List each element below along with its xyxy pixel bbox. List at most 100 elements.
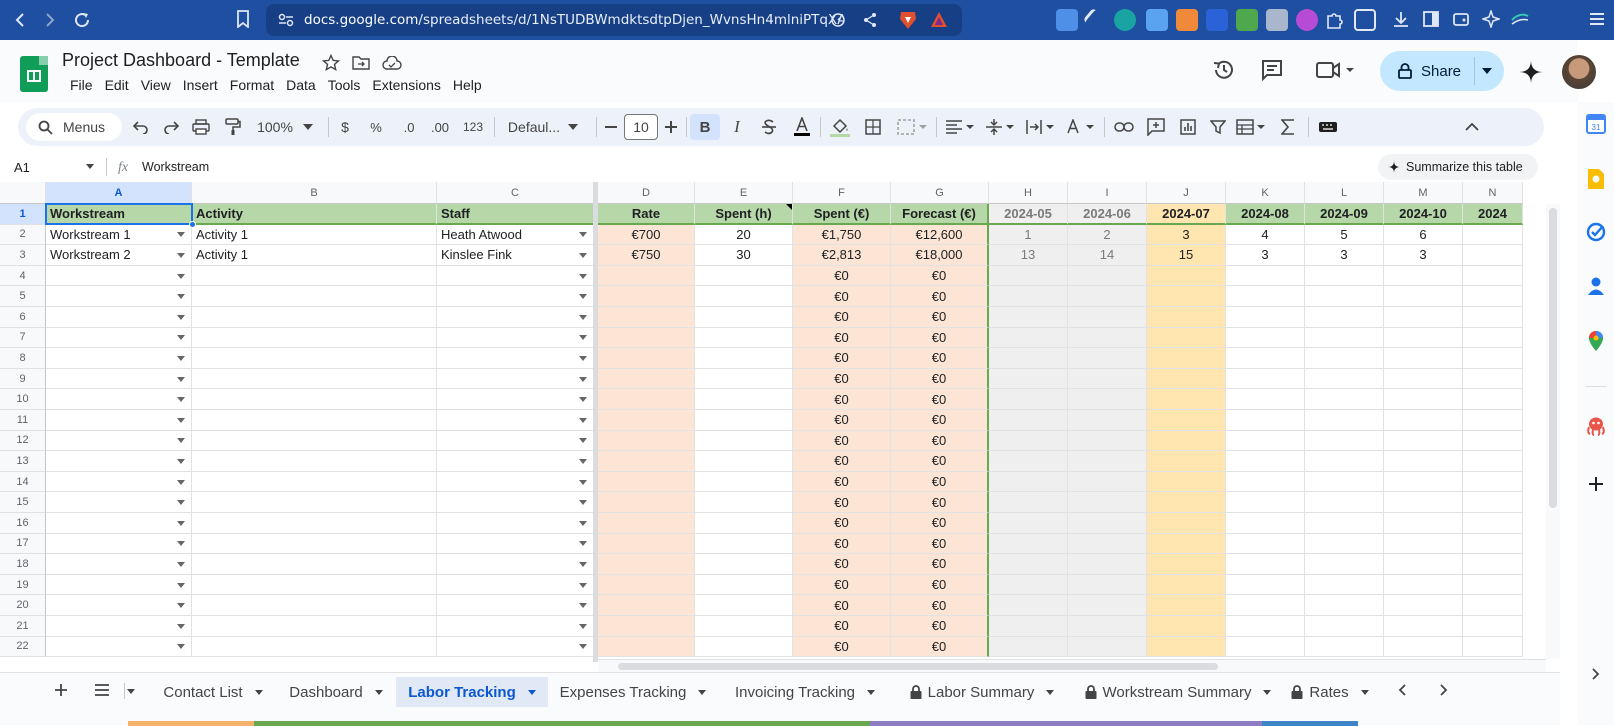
cell-workstream[interactable] <box>46 471 192 493</box>
address-bar[interactable]: docs.google.com/spreadsheets/d/1NsTUDBWm… <box>266 4 962 36</box>
cell-month-2024-11[interactable] <box>1463 307 1523 328</box>
cell-dropdown-icon[interactable] <box>177 644 185 650</box>
column-header-c[interactable]: C <box>437 182 594 204</box>
cell-month-2024-09[interactable] <box>1305 327 1384 349</box>
cell-month-2024-06[interactable] <box>1068 513 1147 534</box>
cell-month-2024-10[interactable]: 3 <box>1384 245 1463 266</box>
cell-spent-eur[interactable]: €0 <box>793 368 891 390</box>
row-header[interactable]: 21 <box>0 616 46 637</box>
cell-month-2024-09[interactable] <box>1305 554 1384 575</box>
cell-month-2024-07[interactable]: 15 <box>1147 245 1226 266</box>
cell-spent-hours[interactable] <box>695 574 793 596</box>
cell-dropdown-icon[interactable] <box>177 458 185 464</box>
cell-forecast-eur[interactable]: €0 <box>891 595 989 616</box>
cell-activity[interactable] <box>192 574 437 596</box>
cell-staff[interactable] <box>437 410 594 431</box>
cell-activity[interactable] <box>192 410 437 431</box>
cell-month-2024-05[interactable] <box>989 410 1068 431</box>
undo-icon[interactable] <box>130 114 152 140</box>
scroll-tabs-right-icon[interactable] <box>1440 684 1448 696</box>
cell-forecast-eur[interactable]: €0 <box>891 533 989 555</box>
cell-workstream[interactable] <box>46 389 192 410</box>
cell-month-2024-09[interactable] <box>1305 471 1384 493</box>
header-cell-month-2024-10[interactable]: 2024-10 <box>1384 204 1463 225</box>
hide-side-panel-icon[interactable] <box>1592 668 1600 680</box>
row-header[interactable]: 18 <box>0 554 46 575</box>
cell-month-2024-07[interactable] <box>1147 636 1226 658</box>
merge-cells-icon[interactable] <box>894 114 930 140</box>
cell-month-2024-05[interactable] <box>989 389 1068 410</box>
strikethrough-icon[interactable] <box>758 114 780 140</box>
name-box-dropdown-icon[interactable] <box>86 164 94 169</box>
column-header-b[interactable]: B <box>192 182 437 204</box>
cell-dropdown-icon[interactable] <box>177 232 185 238</box>
octopus-addon-icon[interactable] <box>1585 416 1607 436</box>
cell-dropdown-icon[interactable] <box>177 252 185 258</box>
cell-workstream[interactable]: Workstream 2 <box>46 245 192 266</box>
cell-workstream[interactable] <box>46 451 192 472</box>
cell-month-2024-08[interactable] <box>1226 286 1305 307</box>
zoom-select[interactable]: 100% <box>254 114 316 140</box>
column-header-d[interactable]: D <box>598 182 695 204</box>
menu-file[interactable]: File <box>64 77 99 93</box>
row-header[interactable]: 7 <box>0 327 46 349</box>
cell-month-2024-07[interactable]: 3 <box>1147 224 1226 246</box>
cell-spent-hours[interactable] <box>695 389 793 410</box>
tabs-scroll-dropdown-icon[interactable] <box>124 683 136 699</box>
header-cell-forecast-eur[interactable]: Forecast (€) <box>891 204 989 225</box>
share-button[interactable]: Share <box>1380 51 1504 91</box>
cell-dropdown-icon[interactable] <box>177 541 185 547</box>
cell-month-2024-08[interactable] <box>1226 368 1305 390</box>
cell-month-2024-07[interactable] <box>1147 410 1226 431</box>
cell-rate[interactable] <box>598 554 695 575</box>
horizontal-align-icon[interactable] <box>944 114 976 140</box>
cell-spent-eur[interactable]: €0 <box>793 410 891 431</box>
cell-month-2024-11[interactable] <box>1463 348 1523 369</box>
extension-icon[interactable] <box>1176 9 1198 31</box>
cell-forecast-eur[interactable]: €0 <box>891 451 989 472</box>
cell-month-2024-09[interactable] <box>1305 307 1384 328</box>
cell-month-2024-08[interactable] <box>1226 265 1305 287</box>
decrease-font-size-button[interactable] <box>602 114 620 140</box>
frozen-columns-divider[interactable] <box>593 182 598 662</box>
row-header[interactable]: 6 <box>0 307 46 328</box>
cell-workstream[interactable] <box>46 513 192 534</box>
cell-dropdown-icon[interactable] <box>177 397 185 403</box>
puzzle-icon[interactable] <box>1324 10 1344 30</box>
cell-month-2024-09[interactable] <box>1305 389 1384 410</box>
vertical-scroll-thumb[interactable] <box>1549 208 1557 508</box>
cell-month-2024-10[interactable] <box>1384 533 1463 555</box>
cell-spent-hours[interactable] <box>695 286 793 307</box>
cell-month-2024-10[interactable] <box>1384 348 1463 369</box>
cell-activity[interactable]: Activity 1 <box>192 245 437 266</box>
cell-spent-hours[interactable] <box>695 554 793 575</box>
menu-edit[interactable]: Edit <box>99 77 135 93</box>
cell-month-2024-08[interactable] <box>1226 636 1305 658</box>
cell-month-2024-08[interactable] <box>1226 410 1305 431</box>
cell-activity[interactable] <box>192 492 437 513</box>
insert-chart-icon[interactable] <box>1176 114 1200 140</box>
menu-tools[interactable]: Tools <box>322 77 367 93</box>
input-tools-icon[interactable] <box>1314 114 1342 140</box>
extension-icon[interactable] <box>1236 9 1258 31</box>
tab-menu-icon[interactable] <box>254 689 263 695</box>
cell-month-2024-05[interactable] <box>989 265 1068 287</box>
cell-rate[interactable] <box>598 410 695 431</box>
cell-spent-hours[interactable] <box>695 636 793 658</box>
cell-month-2024-11[interactable] <box>1463 471 1523 493</box>
horizontal-scrollbar[interactable] <box>598 659 1546 672</box>
name-box[interactable]: A1 <box>14 160 30 175</box>
cell-month-2024-07[interactable] <box>1147 533 1226 555</box>
tab-labor-summary[interactable]: Labor Summary <box>892 677 1072 707</box>
cell-dropdown-icon[interactable] <box>579 458 587 464</box>
cell-dropdown-icon[interactable] <box>177 582 185 588</box>
cell-forecast-eur[interactable]: €0 <box>891 327 989 349</box>
cell-activity[interactable] <box>192 451 437 472</box>
cell-workstream[interactable] <box>46 595 192 616</box>
cell-month-2024-05[interactable] <box>989 451 1068 472</box>
cell-month-2024-05[interactable] <box>989 616 1068 637</box>
cell-spent-hours[interactable] <box>695 533 793 555</box>
menu-format[interactable]: Format <box>224 77 280 93</box>
column-header-e[interactable]: E <box>695 182 793 204</box>
cell-month-2024-10[interactable] <box>1384 574 1463 596</box>
